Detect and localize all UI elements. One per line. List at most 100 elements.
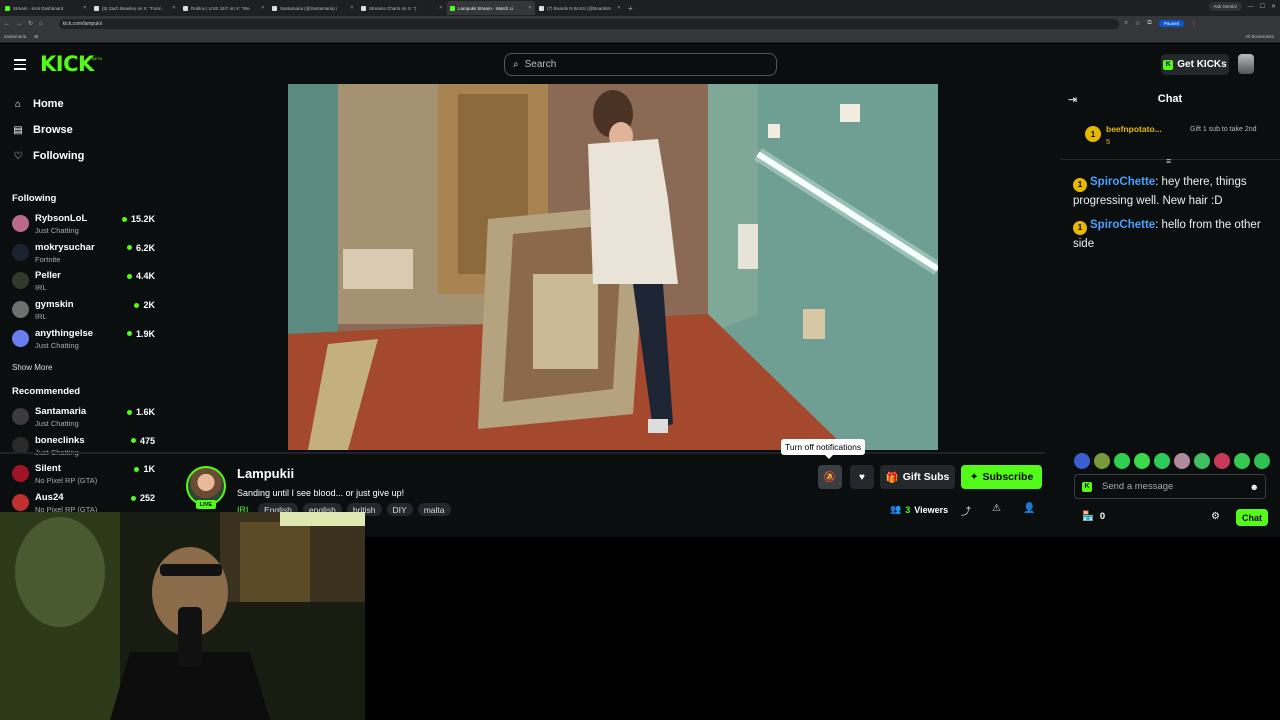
apps-icon[interactable]: ⊞ <box>34 34 38 40</box>
kicks-store[interactable]: 🏪 0 <box>1082 511 1105 522</box>
close-icon[interactable]: ✕ <box>261 5 265 11</box>
gift-subs-button[interactable]: 🎁 Gift Subs <box>880 465 955 489</box>
nav-browse[interactable]: ▤ Browse <box>12 124 72 136</box>
address-bar-row: ← → ↻ ⌂ kick.com/lampukii ⌕ ☆ ⧉ Paused ⋮ <box>0 16 1280 31</box>
channel-avatar <box>12 215 29 232</box>
emoji-icon[interactable]: ☻ <box>1250 482 1259 492</box>
sidebar: ⌂ Home ▤ Browse ♡ Following Following Rybso… <box>0 84 166 520</box>
new-tab-button[interactable]: + <box>628 4 633 13</box>
browser-tab[interactable]: Roblox | LIVE 24/7 on X: "We ✕ <box>180 1 268 15</box>
reload-icon[interactable]: ↻ <box>28 20 33 27</box>
emote[interactable] <box>1094 453 1110 469</box>
channel-category: Just Chatting <box>35 226 79 235</box>
close-icon[interactable]: ✕ <box>439 5 443 11</box>
emote[interactable] <box>1114 453 1130 469</box>
sidebar-channel[interactable]: boneclinksJust Chatting475 <box>12 434 158 462</box>
bookmark-item[interactable]: santamaria <box>4 34 26 39</box>
browser-tab[interactable]: Stream - Kick Dashboard ✕ <box>2 1 90 15</box>
top-gifter-name[interactable]: beefnpotato... <box>1106 124 1162 134</box>
nav-following[interactable]: ♡ Following <box>12 150 85 162</box>
browser-tab[interactable]: (5) Zach Beasley on X: "Facin ✕ <box>91 1 179 15</box>
channel-category: Fortnite <box>35 254 61 264</box>
minimize-icon[interactable]: — <box>1248 4 1254 10</box>
browser-tab-active[interactable]: Lampukii Stream - Watch Li ✕ <box>447 1 535 15</box>
browser-tab[interactable]: Santamaria (@Santamaria) / ✕ <box>269 1 357 15</box>
webcam-image <box>0 512 365 720</box>
all-bookmarks-button[interactable]: All Bookmarks <box>1245 34 1274 39</box>
chat-message: 1 SpiroChette: hey there, things progress… <box>1073 173 1273 211</box>
sidebar-channel[interactable]: Silent No Pixel RP (GTA) 1K <box>12 462 158 490</box>
close-icon[interactable]: ✕ <box>617 5 621 11</box>
hamburger-menu-icon[interactable] <box>14 59 26 73</box>
subscribe-button[interactable]: ✦ Subscribe <box>961 465 1042 489</box>
live-dot-icon <box>126 331 132 337</box>
sidebar-channel[interactable]: anythingelse Just Chatting 1.9K <box>12 327 158 355</box>
emote[interactable] <box>1234 453 1250 469</box>
chat-send-button[interactable]: Chat <box>1236 509 1268 526</box>
user-avatar[interactable] <box>1238 54 1254 74</box>
emote[interactable] <box>1074 453 1090 469</box>
browser-tab[interactable]: (7) Boards N BASS (@BoardsN ✕ <box>536 1 624 15</box>
expand-handle-icon[interactable]: ≡ <box>1166 156 1171 166</box>
video-player[interactable] <box>288 84 938 450</box>
chat-message-input[interactable] <box>1102 481 1242 492</box>
url-field[interactable]: kick.com/lampukii <box>58 18 1119 29</box>
search-input[interactable] <box>524 59 765 70</box>
x-favicon-icon <box>539 5 544 11</box>
follow-button[interactable]: ♥ <box>850 465 874 489</box>
share-icon[interactable]: ⤴ <box>961 503 971 518</box>
forward-icon[interactable]: → <box>16 21 22 27</box>
back-icon[interactable]: ← <box>4 21 10 27</box>
show-more-button[interactable]: Show More <box>12 363 52 372</box>
emote[interactable] <box>1194 453 1210 469</box>
menu-dots-icon[interactable]: ⋮ <box>1191 20 1197 27</box>
notifications-button[interactable]: 🔕 <box>818 465 842 489</box>
chat-message: 1 SpiroChette: hello from the other side <box>1073 216 1273 254</box>
zoom-icon[interactable]: ⌕ <box>1125 20 1128 27</box>
sidebar-channel[interactable]: Peller IRL 4.4K <box>12 269 158 297</box>
user-options-icon[interactable]: 👤 <box>1023 503 1035 514</box>
channel-name: Santamaria <box>35 406 87 417</box>
nav-home[interactable]: ⌂ Home <box>12 98 64 110</box>
recommended-section-title: Recommended <box>12 386 81 397</box>
close-icon[interactable]: ✕ <box>528 5 532 11</box>
chat-username[interactable]: SpiroChette <box>1090 219 1155 231</box>
report-icon[interactable]: ⚠ <box>992 503 1001 514</box>
live-dot-icon <box>130 495 136 501</box>
profile-paused-button[interactable]: Paused <box>1158 20 1184 27</box>
tag-chip[interactable]: DIY <box>386 503 413 516</box>
chat-settings-icon[interactable]: ⚙ <box>1211 511 1220 522</box>
channel-avatar <box>12 272 29 290</box>
beta-badge: BETA <box>92 56 103 61</box>
emote[interactable] <box>1214 453 1230 469</box>
gifter-badge: 1 <box>1073 178 1087 192</box>
ask-gemini-button[interactable]: Ask Gemini <box>1208 2 1242 11</box>
sidebar-channel[interactable]: gymskin IRL 2K <box>12 298 158 326</box>
browser-tab[interactable]: Streams Charts on X: "(✕ <box>358 1 446 15</box>
emote[interactable] <box>1254 453 1270 469</box>
emote[interactable] <box>1134 453 1150 469</box>
sidebar-channel[interactable]: mokrysuchar Fortnite 6.2K <box>12 241 158 269</box>
search-bar[interactable]: ⌕ <box>504 53 777 76</box>
emote[interactable] <box>1174 453 1190 469</box>
bookmark-star-icon[interactable]: ☆ <box>1135 20 1140 27</box>
tag-chip[interactable]: malta <box>417 503 451 516</box>
kick-logo[interactable]: KICK <box>40 52 94 76</box>
extensions-icon[interactable]: ⧉ <box>1147 20 1151 27</box>
close-icon[interactable]: ✕ <box>350 5 354 11</box>
sidebar-channel[interactable]: RybsonLoL Just Chatting 15.2K <box>12 212 158 240</box>
x-favicon-icon <box>272 5 277 11</box>
emote[interactable] <box>1154 453 1170 469</box>
chat-username[interactable]: SpiroChette <box>1090 176 1155 188</box>
viewer-count: 1K <box>134 464 155 474</box>
get-kicks-button[interactable]: K Get KICKs <box>1161 54 1229 75</box>
close-icon[interactable]: ✕ <box>83 5 87 11</box>
home-browser-icon[interactable]: ⌂ <box>39 21 43 27</box>
chat-input-box[interactable]: K ☻ <box>1074 474 1266 499</box>
sidebar-channel[interactable]: Santamaria Just Chatting 1.6K <box>12 405 158 433</box>
maximize-icon[interactable]: ☐ <box>1260 3 1265 10</box>
kick-emote-icon[interactable]: K <box>1082 481 1092 492</box>
close-window-icon[interactable]: ✕ <box>1271 3 1276 10</box>
streamer-name[interactable]: Lampukii <box>237 466 294 481</box>
close-icon[interactable]: ✕ <box>172 5 176 11</box>
